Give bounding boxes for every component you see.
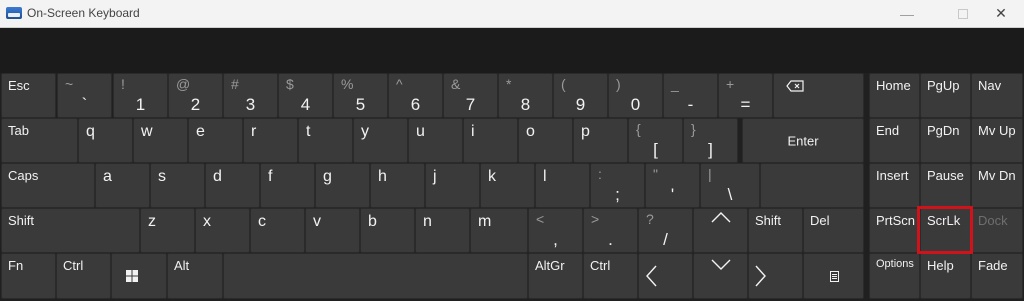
key-n[interactable]: n (415, 208, 470, 253)
key-pgdn[interactable]: PgDn (920, 118, 971, 163)
key-k[interactable]: k (480, 163, 535, 208)
key-options[interactable]: Options (869, 253, 920, 299)
key-mv-dn[interactable]: Mv Dn (971, 163, 1023, 208)
key-fade[interactable]: Fade (971, 253, 1023, 299)
maximize-icon (958, 8, 968, 19)
key-slash[interactable]: ? / (638, 208, 693, 253)
key-d[interactable]: d (205, 163, 260, 208)
arrow-down-icon (711, 259, 730, 270)
key-z[interactable]: z (140, 208, 195, 253)
key-semicolon[interactable]: :; (590, 163, 645, 208)
key-8[interactable]: * 8 (498, 73, 553, 118)
key-minus[interactable]: _ - (663, 73, 718, 118)
key-m[interactable]: m (470, 208, 528, 253)
key-nav[interactable]: Nav (971, 73, 1023, 118)
backspace-icon (786, 80, 804, 92)
key-blank-row3[interactable] (760, 163, 864, 208)
key-p[interactable]: p (573, 118, 628, 163)
key-shift-right[interactable]: Shift (748, 208, 803, 253)
key-help[interactable]: Help (920, 253, 971, 299)
key-r[interactable]: r (243, 118, 298, 163)
context-menu-icon (830, 271, 839, 282)
key-end[interactable]: End (869, 118, 920, 163)
key-alt[interactable]: Alt (167, 253, 223, 299)
close-button[interactable]: ✕ (978, 0, 1024, 27)
key-x[interactable]: x (195, 208, 250, 253)
key-quote[interactable]: " ' (645, 163, 700, 208)
key-up[interactable] (693, 208, 748, 253)
key-fn[interactable]: Fn (1, 253, 56, 299)
key-left[interactable] (638, 253, 693, 299)
key-i[interactable]: i (463, 118, 518, 163)
key-pause[interactable]: Pause (920, 163, 971, 208)
arrow-up-icon (711, 212, 730, 223)
key-9[interactable]: (9 (553, 73, 608, 118)
key-a[interactable]: a (95, 163, 150, 208)
key-6[interactable]: ^ 6 (388, 73, 443, 118)
arrow-right-icon (755, 265, 766, 287)
key-right[interactable] (748, 253, 803, 299)
key-insert[interactable]: Insert (869, 163, 920, 208)
key-comma[interactable]: <, (528, 208, 583, 253)
key-tab[interactable]: Tab (1, 118, 78, 163)
keyboard-app-icon (6, 7, 22, 19)
key-h[interactable]: h (370, 163, 425, 208)
key-q[interactable]: q (78, 118, 133, 163)
arrow-left-icon (646, 265, 657, 287)
key-f[interactable]: f (260, 163, 315, 208)
key-o[interactable]: o (518, 118, 573, 163)
key-pgup[interactable]: PgUp (920, 73, 971, 118)
key-0[interactable]: ) 0 (608, 73, 663, 118)
key-right-bracket[interactable]: }] (683, 118, 738, 163)
key-space[interactable] (223, 253, 528, 299)
key-del[interactable]: Del (803, 208, 864, 253)
scrlk-highlight-box (917, 206, 973, 254)
key-period[interactable]: >. (583, 208, 638, 253)
key-equals[interactable]: + = (718, 73, 773, 118)
key-2[interactable]: @2 (168, 73, 223, 118)
key-y[interactable]: y (353, 118, 408, 163)
key-4[interactable]: $4 (278, 73, 333, 118)
key-1[interactable]: ! 1 (113, 73, 168, 118)
key-prtscn[interactable]: PrtScn (869, 208, 920, 253)
key-s[interactable]: s (150, 163, 205, 208)
minimize-button[interactable]: — (884, 0, 930, 27)
key-windows[interactable] (111, 253, 167, 299)
key-dock: Dock (971, 208, 1023, 253)
key-l[interactable]: l (535, 163, 590, 208)
key-caps[interactable]: Caps (1, 163, 95, 208)
key-ctrl-left[interactable]: Ctrl (56, 253, 111, 299)
window-title: On-Screen Keyboard (27, 6, 140, 20)
key-3[interactable]: #3 (223, 73, 278, 118)
key-menu[interactable] (803, 253, 864, 299)
key-v[interactable]: v (305, 208, 360, 253)
key-ctrl-right[interactable]: Ctrl (583, 253, 638, 299)
key-c[interactable]: c (250, 208, 305, 253)
key-esc[interactable]: Esc (1, 73, 56, 118)
key-5[interactable]: % 5 (333, 73, 388, 118)
key-backtick[interactable]: ~ ` (57, 73, 112, 118)
key-j[interactable]: j (425, 163, 480, 208)
key-g[interactable]: g (315, 163, 370, 208)
text-prediction-strip (0, 28, 1024, 73)
key-b[interactable]: b (360, 208, 415, 253)
key-mv-up[interactable]: Mv Up (971, 118, 1023, 163)
windows-logo-icon (126, 270, 138, 282)
key-enter[interactable]: Enter (742, 118, 864, 163)
key-down[interactable] (693, 253, 748, 299)
key-7[interactable]: & 7 (443, 73, 498, 118)
key-left-bracket[interactable]: {[ (628, 118, 683, 163)
key-home[interactable]: Home (869, 73, 920, 118)
key-e[interactable]: e (188, 118, 243, 163)
key-altgr[interactable]: AltGr (528, 253, 583, 299)
key-backslash[interactable]: | \ (700, 163, 760, 208)
key-backspace[interactable] (773, 73, 864, 118)
key-u[interactable]: u (408, 118, 463, 163)
title-bar: On-Screen Keyboard — ✕ (0, 0, 1024, 28)
key-w[interactable]: w (133, 118, 188, 163)
key-shift-left[interactable]: Shift (1, 208, 140, 253)
key-t[interactable]: t (298, 118, 353, 163)
